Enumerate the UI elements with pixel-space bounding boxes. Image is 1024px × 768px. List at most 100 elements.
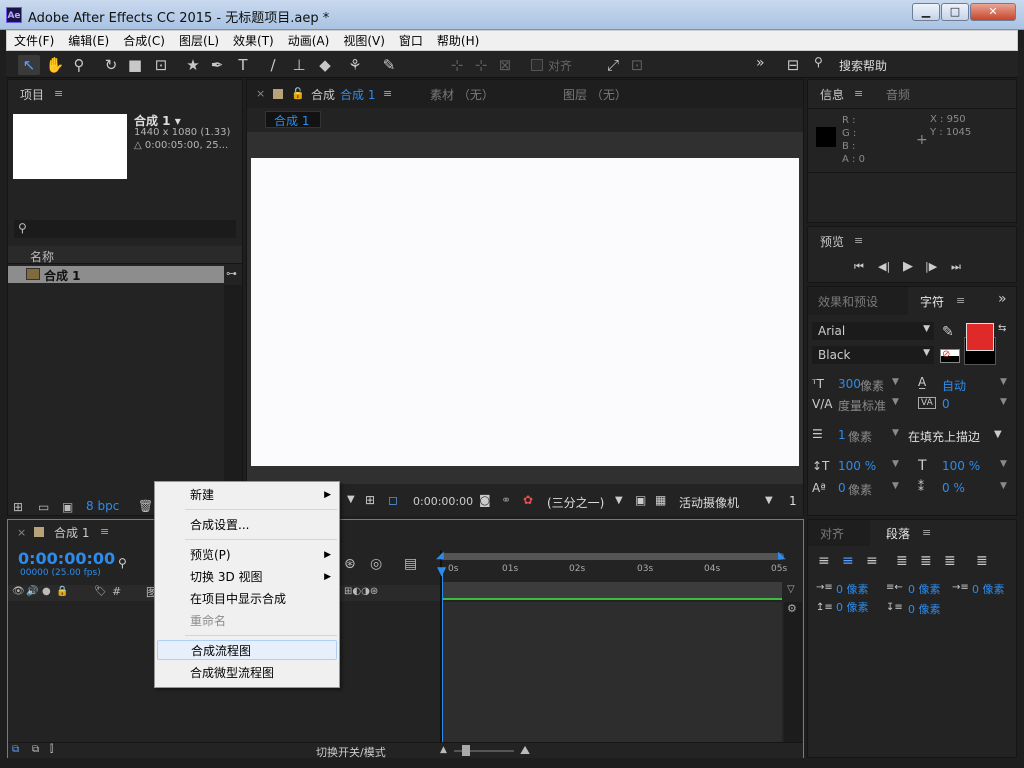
channels-icon[interactable]: ✿ [523,493,533,507]
zoom-tool-icon[interactable]: ⚲ [68,55,90,75]
vertical-scale-value[interactable]: 100 % [838,459,876,473]
lock-icon[interactable]: 🔒 [56,586,68,597]
align-left-icon[interactable]: ≡ [818,553,830,569]
next-frame-icon[interactable]: |▶ [925,260,937,273]
leading-value[interactable]: 自动 [942,377,966,394]
tab-audio[interactable]: 音频 [886,86,910,103]
chevron-down-icon[interactable]: ▼ [1000,397,1007,407]
space-after-value[interactable]: 0 像素 [908,601,941,617]
baseline-shift-value[interactable]: 0 [838,481,846,495]
clone-stamp-tool-icon[interactable]: ⊥ [288,55,310,75]
work-area-end-icon[interactable]: ◣ [778,550,786,561]
motion-blur-icon[interactable]: ◎ [370,556,382,572]
project-scrollbar[interactable] [224,285,242,495]
resolution-arrow-icon[interactable]: ▼ [615,495,623,506]
first-frame-icon[interactable]: ⏮ [854,260,864,274]
chevron-down-icon[interactable]: ▼ [1000,481,1007,491]
views-dropdown[interactable]: 1 [789,494,797,508]
menu-item-comp-settings[interactable]: 合成设置... [157,515,337,535]
switches-icons[interactable]: ⊞◐◑⊛ [344,586,378,597]
indent-right-value[interactable]: 0 像素 [908,581,941,597]
timeline-scrollbar[interactable] [784,602,802,742]
eyedropper-icon[interactable]: ✎ [942,324,954,340]
chevron-down-icon[interactable]: ▼ [892,481,899,491]
toggle-switches-modes-button[interactable]: 切换开关/模式 [316,744,386,760]
tab-composition-name[interactable]: 合成 1 [340,86,375,103]
rotate-tool-icon[interactable]: ↻ [100,55,122,75]
transfer-controls-icon[interactable]: ⧉ [32,744,39,755]
flowchart-icon[interactable]: ⊶ [226,267,237,280]
swap-colors-icon[interactable]: ⇆ [998,323,1006,334]
justify-left-icon[interactable]: ≣ [896,553,908,569]
menu-item-comp-flowchart[interactable]: 合成流程图 [157,640,337,660]
new-composition-icon[interactable]: ▣ [62,500,73,514]
sync-settings-icon[interactable]: ⊟ [782,55,804,75]
transparency-grid-icon[interactable]: ▦ [655,493,666,507]
justify-right-icon[interactable]: ≣ [944,553,956,569]
camera-arrow-icon[interactable]: ▼ [765,495,773,506]
snap-feature-icon[interactable]: ⊡ [626,55,648,75]
menu-item-preview[interactable]: 预览(P) ▶ [157,545,337,565]
snapping-checkbox[interactable] [531,59,543,71]
font-style-dropdown[interactable]: Black ▼ [812,346,934,364]
solo-icon[interactable]: ● [42,586,51,597]
comp-marker-bin-icon[interactable]: ▽ [787,584,795,595]
comp-button-icon[interactable]: ⚙ [787,602,797,615]
draft-3d-icon[interactable]: ⊛ [344,556,356,572]
workspace-overflow-icon[interactable]: » [756,55,765,71]
panel-menu-icon[interactable]: ≡ [383,87,392,100]
viewer-timecode[interactable]: 0:00:00:00 [413,495,473,508]
interpret-footage-icon[interactable]: ⊞ [13,500,23,514]
playhead-line[interactable] [442,570,443,742]
snapshot-icon[interactable]: ◙ [479,493,491,507]
eraser-tool-icon[interactable]: ◆ [314,55,336,75]
font-family-dropdown[interactable]: Arial ▼ [812,322,934,340]
project-tab[interactable]: 项目 [20,86,44,103]
menu-file[interactable]: 文件(F) [7,32,61,49]
menu-layer[interactable]: 图层(L) [172,32,226,49]
snap-edge-icon[interactable]: ⤢ [602,55,624,75]
tab-layer[interactable]: 图层 （无） [563,86,627,103]
timeline-timecode[interactable]: 0:00:00:00 [18,549,115,568]
menu-help[interactable]: 帮助(H) [430,32,486,49]
lock-icon[interactable]: 🔓 [291,87,305,100]
tsume-value[interactable]: 0 % [942,481,965,495]
justify-all-icon[interactable]: ≣ [976,553,988,569]
view-axis-icon[interactable]: ⊠ [494,55,516,75]
minimize-button[interactable]: ▁ [912,3,940,21]
trash-icon[interactable]: 🗑 [138,499,153,513]
time-navigator-bar[interactable] [442,582,782,598]
space-before-value[interactable]: 0 像素 [836,599,869,615]
layer-track-area[interactable] [442,602,782,742]
camera-tool-icon[interactable]: ■ [124,55,146,75]
tab-composition[interactable]: 合成 [311,86,335,103]
chevron-down-icon[interactable]: ▼ [892,377,899,387]
menu-animation[interactable]: 动画(A) [281,32,337,49]
tab-footage[interactable]: 素材 （无） [430,86,494,103]
puppet-pin-tool-icon[interactable]: ✎ [378,55,400,75]
work-area-start-icon[interactable]: ◢ [436,550,444,561]
maximize-button[interactable]: □ [941,3,969,21]
font-size-value[interactable]: 300 [838,377,861,391]
align-right-icon[interactable]: ≡ [866,553,878,569]
pen-tool-icon[interactable]: ✒ [206,55,228,75]
fill-color-swatch[interactable] [966,323,994,351]
zoom-dropdown-arrow-icon[interactable]: ▼ [347,494,355,505]
search-icon[interactable]: ⚲ [118,556,127,570]
last-frame-icon[interactable]: ⏭ [951,260,961,274]
playhead-icon[interactable]: ▼ [437,564,446,578]
menu-window[interactable]: 窗口 [392,32,430,49]
in-out-icon[interactable]: ⫿ [50,744,53,755]
justify-center-icon[interactable]: ≣ [920,553,932,569]
hand-tool-icon[interactable]: ✋ [44,55,66,75]
tab-effects-presets[interactable]: 效果和预设 [818,293,878,310]
zoom-slider-handle[interactable] [462,745,470,756]
first-line-indent-value[interactable]: 0 像素 [972,581,1005,597]
chevron-down-icon[interactable]: ▼ [1000,459,1007,469]
menu-item-reveal-in-project[interactable]: 在项目中显示合成 [157,589,337,609]
project-search-input[interactable]: ⚲ [14,220,236,238]
menu-item-switch-3d-view[interactable]: 切换 3D 视图 ▶ [157,567,337,587]
tab-timeline-comp[interactable]: 合成 1 [54,524,89,541]
camera-dropdown[interactable]: 活动摄像机 [679,494,739,511]
show-snapshot-icon[interactable]: ⚭ [501,493,511,507]
